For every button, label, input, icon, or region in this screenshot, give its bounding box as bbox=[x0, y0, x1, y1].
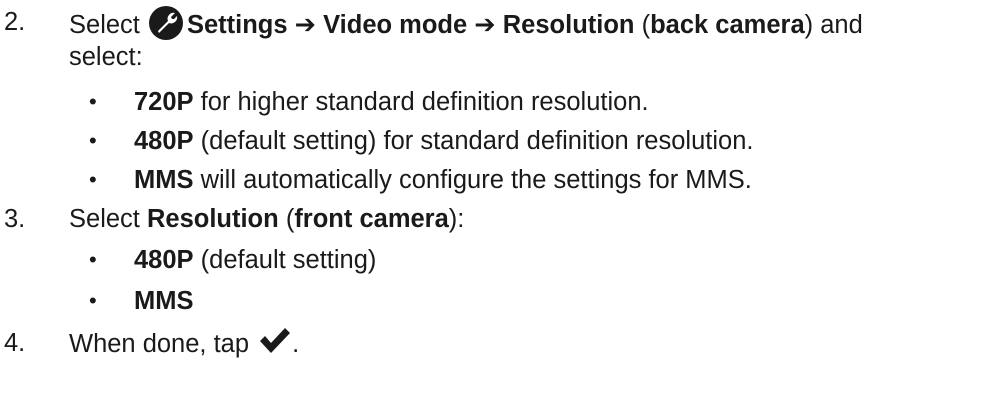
checkmark-icon bbox=[260, 328, 291, 353]
select-word: Select bbox=[69, 205, 140, 233]
paren: ) bbox=[804, 11, 814, 39]
option-label: MMS bbox=[134, 287, 194, 315]
bullet: • bbox=[89, 89, 97, 114]
option-label: MMS bbox=[134, 166, 194, 194]
back-camera-label: back camera bbox=[650, 11, 805, 39]
arrow-icon: ➔ bbox=[294, 11, 317, 39]
front-camera-label: front camera bbox=[294, 205, 449, 233]
step-number: 3. bbox=[4, 205, 26, 233]
resolution-label: Resolution bbox=[146, 205, 279, 233]
option-text: for higher standard definition resolutio… bbox=[193, 88, 649, 116]
step-number: 2. bbox=[4, 8, 26, 36]
step-4-text: When done, tap bbox=[69, 330, 250, 358]
period: . bbox=[292, 330, 300, 358]
step-2-text: Select Settings ➔ Video mode ➔ Resolutio… bbox=[69, 6, 863, 41]
paren: ( bbox=[641, 11, 651, 39]
bullet: • bbox=[89, 128, 97, 153]
arrow-icon: ➔ bbox=[474, 11, 496, 39]
select-word: Select bbox=[69, 11, 140, 39]
resolution-label: Resolution bbox=[502, 11, 635, 39]
video-mode-label: Video mode bbox=[323, 11, 468, 39]
wrench-settings-icon bbox=[148, 6, 183, 40]
option-text: (default setting) bbox=[193, 246, 377, 274]
and-word: and bbox=[820, 11, 863, 39]
bullet: • bbox=[89, 247, 97, 272]
settings-label: Settings bbox=[186, 11, 288, 39]
bullet: • bbox=[89, 288, 97, 313]
option-label: 480P bbox=[134, 246, 194, 274]
option-text: (default setting) for standard definitio… bbox=[193, 127, 754, 155]
step-number: 4. bbox=[4, 329, 26, 357]
bullet: • bbox=[89, 167, 97, 192]
select-colon-line: select: bbox=[69, 43, 143, 71]
option-text: will automatically configure the setting… bbox=[193, 166, 752, 194]
option-label: 480P bbox=[134, 127, 194, 155]
colon: : bbox=[457, 205, 465, 233]
option-label: 720P bbox=[134, 88, 194, 116]
